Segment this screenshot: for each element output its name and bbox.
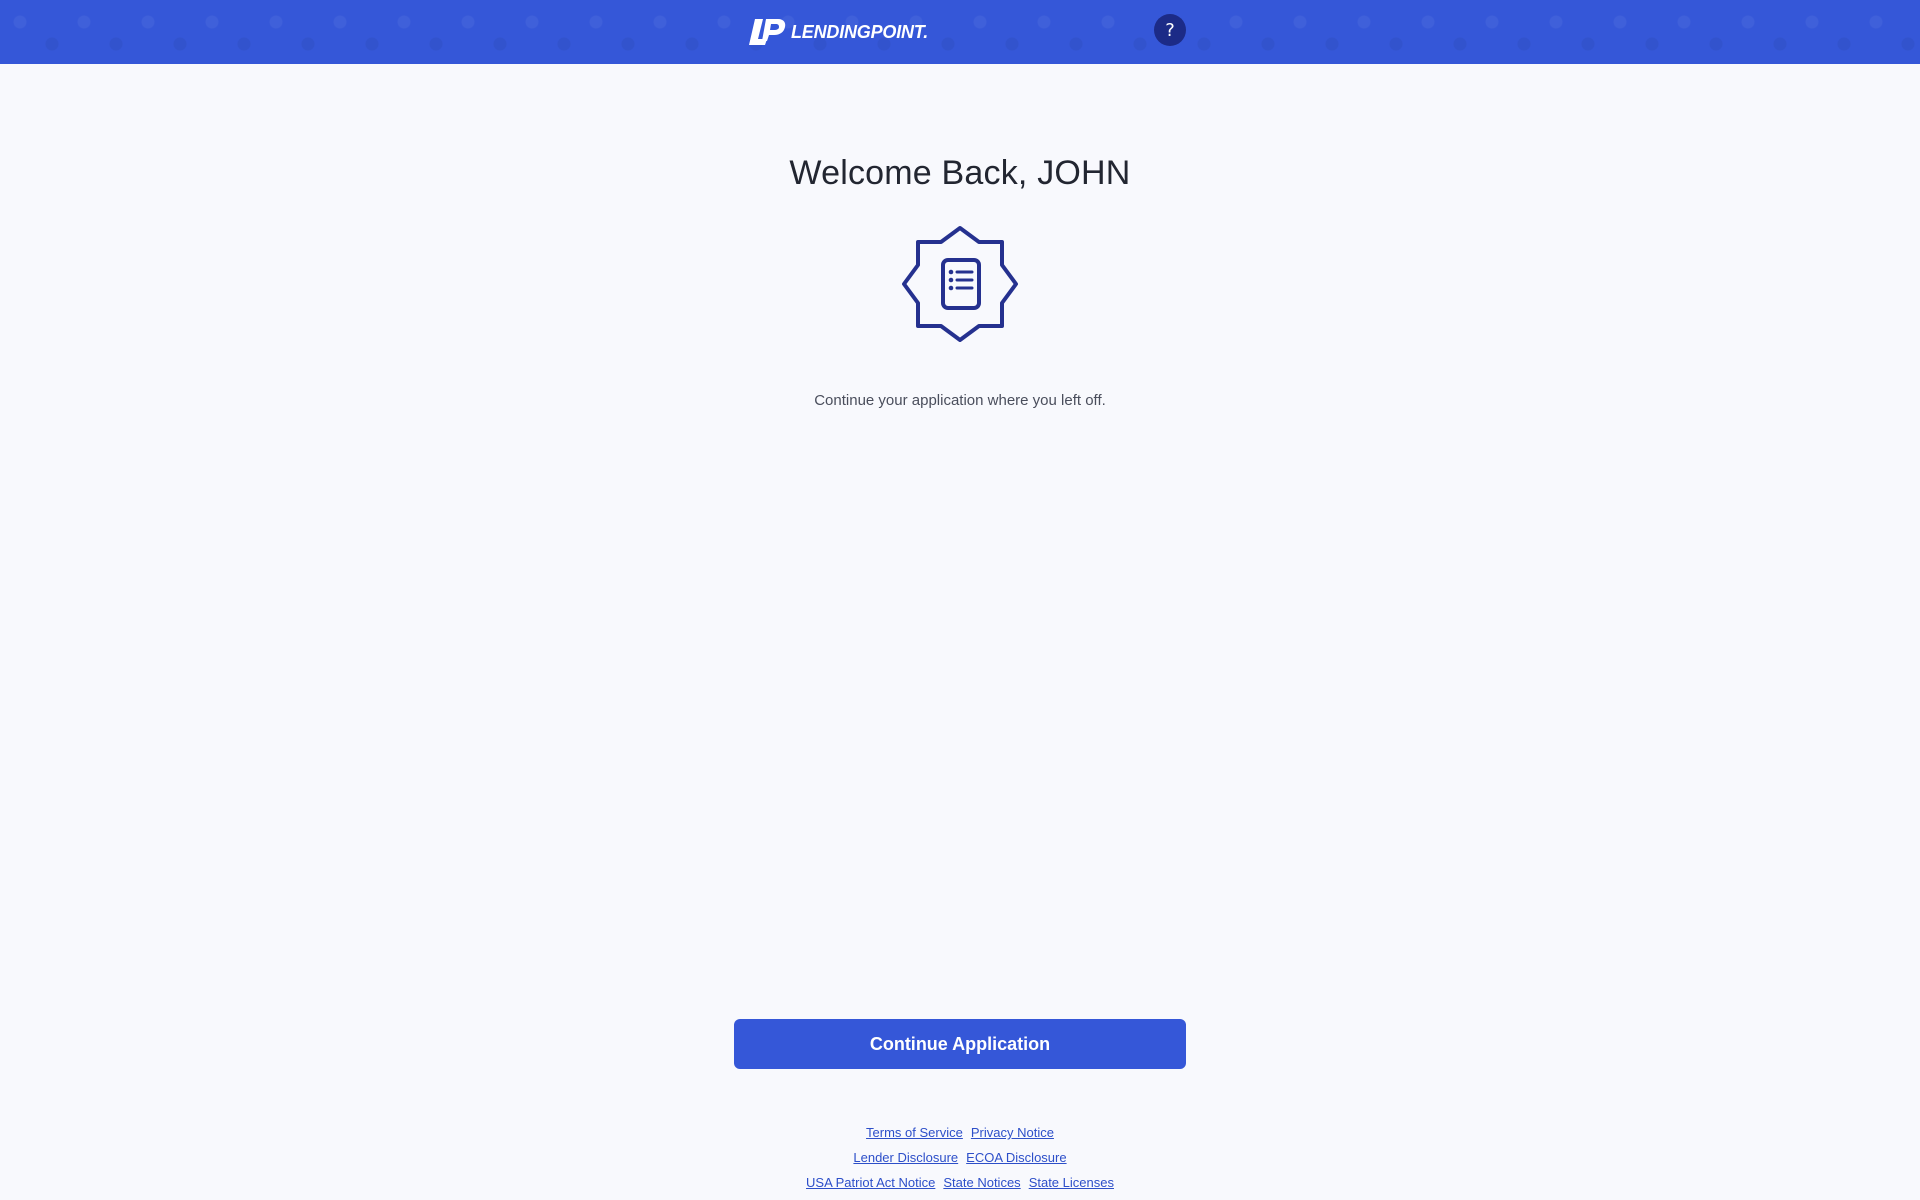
lender-disclosure-link[interactable]: Lender Disclosure [853, 1149, 958, 1174]
footer-row: USA Patriot Act Notice State Notices Sta… [0, 1174, 1920, 1199]
top-bar: LENDINGPOINT. ? [0, 0, 1920, 64]
logo-wordmark: LENDINGPOINT. [791, 21, 929, 42]
ecoa-disclosure-link[interactable]: ECOA Disclosure [966, 1149, 1066, 1174]
lp-logo-icon [748, 17, 786, 47]
privacy-notice-link[interactable]: Privacy Notice [971, 1124, 1054, 1149]
subtitle-text: Continue your application where you left… [814, 392, 1106, 409]
footer-row: Terms of Service Privacy Notice [0, 1124, 1920, 1149]
lendingpoint-logo[interactable]: LENDINGPOINT. [748, 16, 928, 48]
state-licenses-link[interactable]: State Licenses [1029, 1174, 1114, 1199]
usa-patriot-act-link[interactable]: USA Patriot Act Notice [806, 1174, 935, 1199]
page-title: Welcome Back, JOHN [789, 154, 1131, 192]
footer-links: Terms of Service Privacy Notice Lender D… [0, 1124, 1920, 1199]
document-list-badge-icon [902, 226, 1018, 342]
continue-application-button[interactable]: Continue Application [734, 1019, 1186, 1069]
terms-of-service-link[interactable]: Terms of Service [866, 1124, 963, 1149]
footer-row: Lender Disclosure ECOA Disclosure [0, 1149, 1920, 1174]
help-button[interactable]: ? [1154, 14, 1186, 46]
state-notices-link[interactable]: State Notices [943, 1174, 1020, 1199]
help-question-icon: ? [1165, 19, 1175, 41]
